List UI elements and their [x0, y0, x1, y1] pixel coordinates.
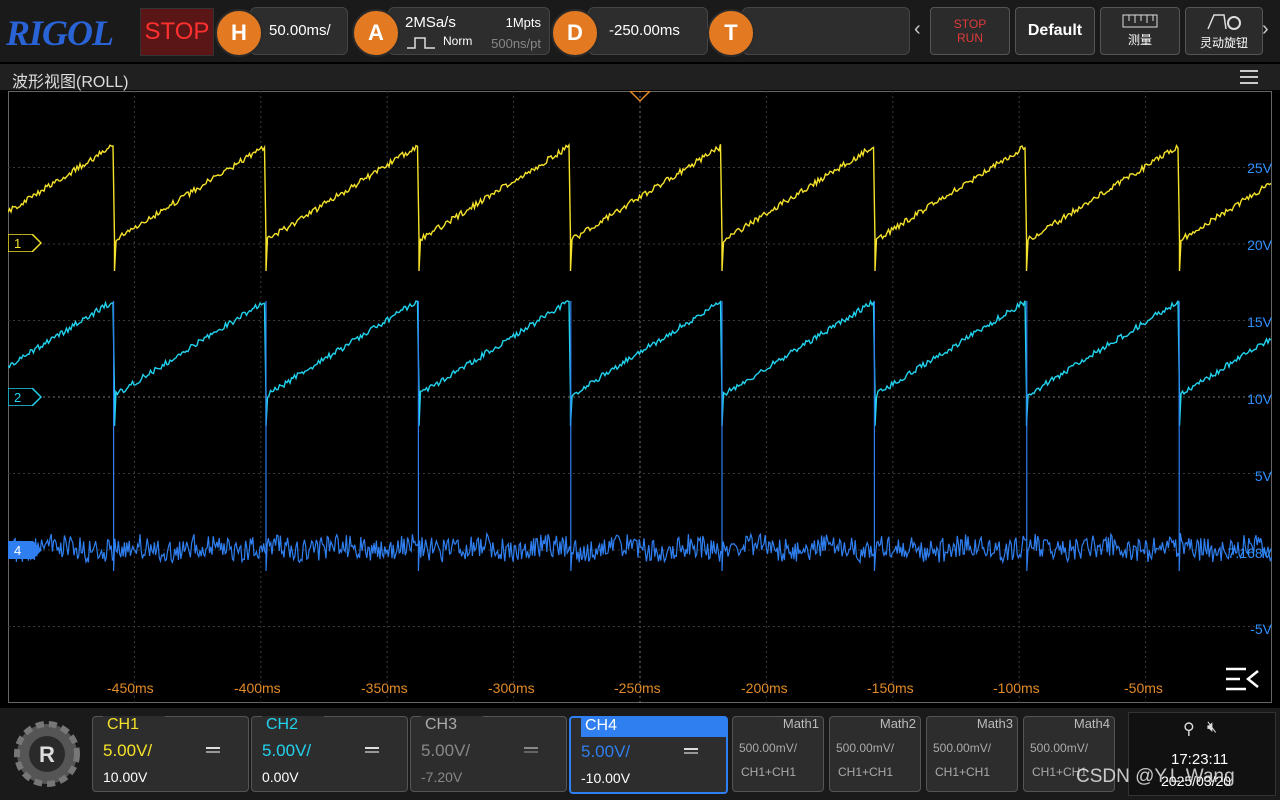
ch3-settings-box[interactable]: CH3 5.00V/ -7.20V [410, 716, 567, 792]
horizontal-scale: 50.00ms/ [269, 22, 331, 39]
rigol-gear-logo-icon[interactable]: R [8, 716, 86, 792]
math1-source: CH1+CH1 [741, 765, 796, 779]
math4-label: Math4 [1074, 716, 1110, 731]
x-tick-label: -100ms [993, 680, 1040, 696]
ch1-label: CH1 [103, 716, 165, 736]
mute-icon[interactable]: 🔇︎ [1207, 719, 1217, 737]
y-tick-label: -5V [1250, 621, 1272, 637]
svg-text:R: R [39, 742, 55, 767]
ch4-scale: 5.00V/ [581, 742, 630, 762]
chevron-left-icon[interactable]: ‹ [914, 18, 921, 41]
dc-coupling-icon [524, 747, 538, 755]
ch2-scale: 5.00V/ [262, 741, 311, 761]
brand-logo: RIGOL [6, 12, 113, 54]
trigger-key[interactable]: T [707, 9, 755, 57]
acquire-key[interactable]: A [352, 9, 400, 57]
math2-label: Math2 [880, 716, 916, 731]
ch2-ground-marker[interactable]: 2 [8, 388, 42, 406]
run-state-indicator[interactable]: STOP [140, 8, 214, 56]
ch2-settings-box[interactable]: CH2 5.00V/ 0.00V [251, 716, 408, 792]
ch2-label: CH2 [262, 716, 324, 736]
y-tick-label: 5V [1255, 468, 1272, 484]
time-per-point: 500ns/pt [491, 36, 541, 51]
acquire-mode: Norm [443, 34, 472, 48]
knob-label: 灵动旋钮 [1200, 34, 1248, 51]
ch1-marker-label: 1 [14, 236, 21, 251]
knob-button[interactable]: 灵动旋钮 [1185, 7, 1263, 55]
stop-label: STOP [954, 17, 986, 31]
ch4-marker-label: 4 [14, 543, 21, 558]
window-title: 波形视图(ROLL) [12, 68, 128, 92]
ch1-settings-box[interactable]: CH1 5.00V/ 10.00V [92, 716, 249, 792]
ch4-settings-box[interactable]: CH4 5.00V/ -10.00V [569, 716, 728, 794]
y-tick-label: 20V [1247, 237, 1272, 253]
dc-coupling-icon [684, 748, 698, 756]
acquire-panel[interactable]: 2MSa/s 1Mpts Norm 500ns/pt [388, 7, 550, 55]
usb-icon: ⚲ [1183, 719, 1195, 739]
default-label: Default [1028, 22, 1082, 40]
horizontal-key[interactable]: H [215, 9, 263, 57]
default-button[interactable]: Default [1015, 7, 1095, 55]
dc-coupling-icon [365, 747, 379, 755]
measure-label: 测量 [1128, 31, 1152, 48]
graticule-grid [8, 91, 1272, 703]
ch3-label: CH3 [421, 716, 483, 736]
trigger-panel[interactable] [742, 7, 910, 55]
math1-label: Math1 [783, 716, 819, 731]
chevron-right-icon[interactable]: › [1262, 18, 1269, 41]
ch4-label: CH4 [581, 717, 727, 737]
math2-scale: 500.00mV/ [836, 741, 894, 755]
collapse-menu-icon[interactable] [1224, 666, 1260, 697]
menu-icon[interactable] [1240, 70, 1258, 88]
y-tick-label: 10V [1247, 391, 1272, 407]
ch4-cursor-readout: 7.168V [1228, 545, 1272, 561]
delay-panel[interactable]: -250.00ms [588, 7, 708, 55]
x-tick-label: -250ms [614, 680, 661, 696]
knob-gear-icon [1204, 11, 1244, 34]
measure-button[interactable]: 测量 [1100, 7, 1180, 55]
delay-key[interactable]: D [551, 9, 599, 57]
pulse-icon [407, 36, 435, 55]
math2-box[interactable]: Math2 500.00mV/ CH1+CH1 [829, 716, 921, 792]
ch4-offset: -10.00V [581, 770, 630, 786]
math3-scale: 500.00mV/ [933, 741, 991, 755]
ch3-scale: 5.00V/ [421, 741, 470, 761]
dc-coupling-icon [206, 747, 220, 755]
ch3-offset: -7.20V [421, 769, 462, 785]
x-tick-label: -50ms [1124, 680, 1163, 696]
math3-source: CH1+CH1 [935, 765, 990, 779]
math3-label: Math3 [977, 716, 1013, 731]
ch1-ground-marker[interactable]: 1 [8, 234, 42, 252]
memory-depth: 1Mpts [506, 15, 541, 30]
y-tick-label: 25V [1247, 160, 1272, 176]
math1-scale: 500.00mV/ [739, 741, 797, 755]
waveform-view-titlebar: 波形视图(ROLL) [0, 64, 1280, 90]
ch2-marker-label: 2 [14, 390, 21, 405]
ch1-scale: 5.00V/ [103, 741, 152, 761]
run-label: RUN [957, 31, 983, 45]
waveform-display[interactable] [8, 91, 1272, 703]
x-tick-label: -200ms [741, 680, 788, 696]
run-stop-button[interactable]: STOP RUN [930, 7, 1010, 55]
ch2-offset: 0.00V [262, 769, 299, 785]
horizontal-panel[interactable]: 50.00ms/ [250, 7, 348, 55]
x-tick-label: -300ms [488, 680, 535, 696]
top-toolbar: RIGOL STOP 50.00ms/ H 2MSa/s 1Mpts Norm … [0, 0, 1280, 62]
x-tick-label: -400ms [234, 680, 281, 696]
math4-scale: 500.00mV/ [1030, 741, 1088, 755]
x-tick-label: -450ms [107, 680, 154, 696]
math3-box[interactable]: Math3 500.00mV/ CH1+CH1 [926, 716, 1018, 792]
ruler-icon [1122, 14, 1158, 31]
delay-value: -250.00ms [609, 22, 680, 39]
x-tick-label: -150ms [867, 680, 914, 696]
ch4-ground-marker[interactable]: 4 [8, 541, 42, 559]
watermark: CSDN @Y.L.Wang [1076, 766, 1235, 788]
y-tick-label: 15V [1247, 314, 1272, 330]
ch1-offset: 10.00V [103, 769, 147, 785]
math2-source: CH1+CH1 [838, 765, 893, 779]
x-tick-label: -350ms [361, 680, 408, 696]
math1-box[interactable]: Math1 500.00mV/ CH1+CH1 [732, 716, 824, 792]
sample-rate: 2MSa/s [405, 14, 456, 31]
